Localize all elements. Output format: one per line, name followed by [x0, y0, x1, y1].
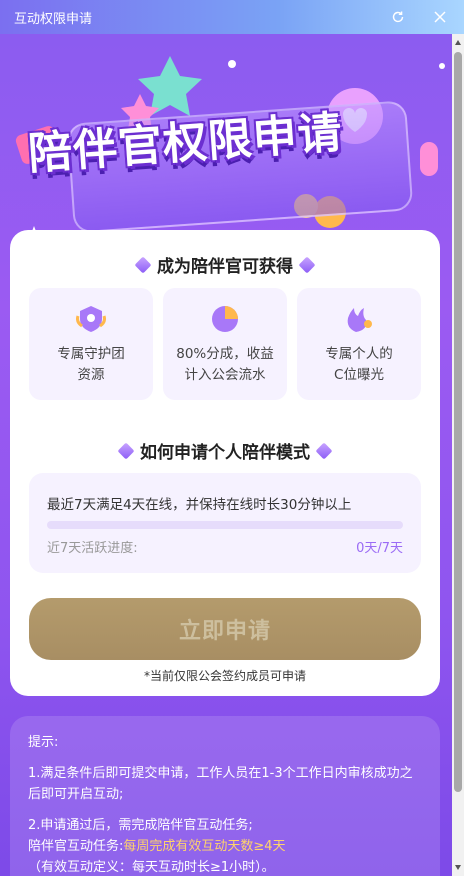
benefit-label-line2: 资源 — [77, 367, 105, 383]
benefit-label-line2: C位曝光 — [334, 367, 384, 383]
window-title: 互动权限申请 — [14, 11, 93, 27]
tips-heading: 提示: — [28, 735, 59, 750]
diamond-icon — [315, 442, 333, 459]
vertical-scrollbar[interactable] — [452, 34, 464, 876]
activity-progress-box: 最近7天满足4天在线，并保持在线时长30分钟以上 近7天活跃进度: 0天/7天 — [29, 473, 421, 573]
progress-label: 近7天活跃进度: — [47, 541, 138, 556]
requirement-text: 最近7天满足4天在线，并保持在线时长30分钟以上 — [47, 497, 352, 513]
sparkle-icon — [228, 60, 236, 68]
tips-item-2-line3: （有效互动定义：每天互动时长≥1小时）。 — [28, 860, 275, 875]
benefit-label-line1: 专属个人的 — [325, 346, 393, 362]
tips-item-2-line2: 陪伴官互动任务:每周完成有效互动天数≥4天 — [28, 836, 422, 857]
benefit-label-line2: 计入公会流水 — [184, 367, 266, 383]
diamond-icon — [298, 256, 316, 273]
howto-title-text: 如何申请个人陪伴模式 — [140, 443, 310, 463]
scroll-up-arrow-icon[interactable] — [455, 40, 461, 45]
benefit-label: 80%分成，收益 计入公会流水 — [167, 344, 283, 386]
task-label: 陪伴官互动任务: — [28, 839, 124, 854]
refresh-icon[interactable] — [388, 7, 408, 27]
benefit-card-revenue-share: 80%分成，收益 计入公会流水 — [163, 288, 287, 400]
pie-chart-icon — [212, 306, 238, 332]
progress-track — [47, 521, 403, 529]
benefit-card-c-position-exposure: 专属个人的 C位曝光 — [297, 288, 421, 400]
flame-sun-icon — [347, 308, 372, 332]
sparkle-icon — [439, 63, 445, 69]
apply-now-button[interactable]: 立即申请 — [29, 598, 421, 660]
banner: 陪伴官权限申请 — [0, 34, 452, 234]
howto-section-title: 如何申请个人陪伴模式 — [10, 438, 440, 463]
diamond-icon — [117, 442, 135, 459]
tips-item-2: 2.申请通过后，需完成陪伴官互动任务; 陪伴官互动任务:每周完成有效互动天数≥4… — [28, 815, 422, 876]
shield-badge-icon — [76, 306, 106, 332]
tips-card: 提示: 1.满足条件后即可提交申请，工作人员在1-3个工作日内审核成功之后即可开… — [10, 716, 440, 876]
tips-item-1: 1.满足条件后即可提交申请，工作人员在1-3个工作日内审核成功之后即可开启互动; — [28, 766, 413, 802]
benefits-card: 成为陪伴官可获得 专属守护团 资源 80%分成，收益 计入公会流水 专属个人的 … — [10, 230, 440, 696]
scrollbar-thumb[interactable] — [454, 52, 462, 792]
window-titlebar: 互动权限申请 — [0, 0, 464, 34]
content-scroll-area[interactable]: 陪伴官权限申请 成为陪伴官可获得 专属守护团 资源 80%分成，收益 计入公会流… — [0, 34, 452, 876]
diamond-icon — [134, 256, 152, 273]
benefit-label-line1: 专属守护团 — [57, 346, 125, 362]
benefit-label: 专属守护团 资源 — [33, 344, 149, 386]
benefit-label-line1: 80%分成，收益 — [176, 346, 274, 362]
progress-value: 0天/7天 — [356, 541, 403, 556]
benefit-label: 专属个人的 C位曝光 — [301, 344, 417, 386]
apply-eligibility-note: *当前仅限公会签约成员可申请 — [143, 669, 306, 683]
tips-item-2-line1: 2.申请通过后，需完成陪伴官互动任务; — [28, 818, 253, 833]
benefits-title-text: 成为陪伴官可获得 — [157, 257, 293, 277]
task-requirement-highlight: 每周完成有效互动天数≥4天 — [123, 839, 286, 854]
close-icon[interactable] — [430, 7, 450, 27]
benefit-card-guard-resources: 专属守护团 资源 — [29, 288, 153, 400]
scroll-down-arrow-icon[interactable] — [455, 865, 461, 870]
benefits-section-title: 成为陪伴官可获得 — [10, 252, 440, 277]
